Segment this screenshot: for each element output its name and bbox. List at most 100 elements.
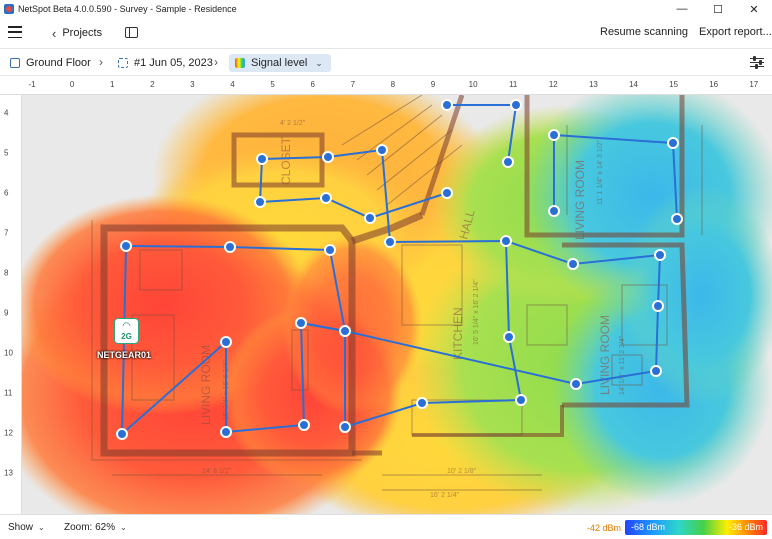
- ruler-x-tick: 2: [150, 80, 155, 89]
- chevron-right-icon: ›: [99, 55, 103, 69]
- resume-scanning-button[interactable]: Resume scanning: [600, 26, 688, 38]
- ruler-x-tick: 7: [350, 80, 356, 89]
- chevron-down-icon: ⌄: [38, 523, 45, 532]
- survey-point[interactable]: [654, 249, 666, 261]
- breadcrumb: Ground Floor › #1 Jun 05, 2023 › Signal …: [0, 48, 772, 76]
- ruler-x-tick: 12: [548, 80, 558, 89]
- netspot-window: NetSpot Beta 4.0.0.590 - Survey - Sample…: [0, 0, 772, 539]
- zoom-dropdown[interactable]: Zoom: 62% ⌄: [64, 522, 127, 533]
- survey-point[interactable]: [652, 300, 664, 312]
- breadcrumb-snapshot[interactable]: #1 Jun 05, 2023: [118, 54, 213, 72]
- access-point-marker[interactable]: ◠ 2G: [114, 318, 139, 344]
- survey-point[interactable]: [364, 212, 376, 224]
- survey-point[interactable]: [515, 394, 527, 406]
- projects-label: Projects: [62, 27, 103, 39]
- survey-point[interactable]: [548, 129, 560, 141]
- legend-min-value: -42 dBm: [587, 523, 622, 533]
- visualization-dropdown[interactable]: Signal level ⌄: [229, 54, 331, 72]
- survey-point[interactable]: [339, 325, 351, 337]
- ruler-x-tick: 6: [310, 80, 315, 89]
- survey-point[interactable]: [500, 235, 512, 247]
- chevron-down-icon: ⌄: [120, 523, 127, 532]
- sidebar-toggle-icon[interactable]: [125, 27, 138, 38]
- signal-legend-bar: -68 dBm -36 dBm: [625, 520, 767, 535]
- status-bar: Show ⌄ Zoom: 62% ⌄ -42 dBm -68 dBm -36 d…: [0, 514, 772, 539]
- survey-point[interactable]: [384, 236, 396, 248]
- survey-point[interactable]: [120, 240, 132, 252]
- survey-point[interactable]: [441, 187, 453, 199]
- survey-point[interactable]: [671, 213, 683, 225]
- ruler-x-tick: 1: [109, 80, 115, 89]
- netspot-app-icon: [4, 4, 14, 14]
- survey-point[interactable]: [339, 421, 351, 433]
- survey-point[interactable]: [650, 365, 662, 377]
- show-dropdown[interactable]: Show ⌄: [8, 522, 45, 533]
- survey-point[interactable]: [324, 244, 336, 256]
- chevron-left-icon: ‹: [52, 25, 57, 41]
- survey-point[interactable]: [295, 317, 307, 329]
- survey-point[interactable]: [298, 419, 310, 431]
- close-button[interactable]: ✕: [736, 0, 772, 18]
- survey-point[interactable]: [320, 192, 332, 204]
- survey-point[interactable]: [502, 156, 514, 168]
- menu-icon[interactable]: [8, 26, 22, 38]
- survey-point[interactable]: [570, 378, 582, 390]
- ruler-y-tick: 5: [4, 148, 9, 158]
- survey-point[interactable]: [503, 331, 515, 343]
- projects-back-button[interactable]: ‹ Projects: [52, 24, 102, 42]
- dimension-label: 11' 1 1/4" x 14' 3 1/2": [597, 139, 604, 205]
- floor-label: Ground Floor: [26, 57, 91, 69]
- ruler-y-tick: 7: [4, 228, 9, 238]
- zoom-label: Zoom: 62%: [64, 522, 116, 533]
- ruler-x-tick: 11: [509, 80, 518, 89]
- room-label-living-top: LIVING ROOM: [573, 160, 587, 240]
- window-controls: — ☐ ✕: [664, 0, 772, 18]
- ruler-y-tick: 9: [4, 308, 9, 318]
- survey-point[interactable]: [220, 336, 232, 348]
- room-label-kitchen: KITCHEN: [451, 307, 465, 360]
- dimension-label: 16' 2 1/4": [430, 492, 460, 499]
- survey-point[interactable]: [256, 153, 268, 165]
- heatmap-canvas[interactable]: CLOSET HALL LIVING ROOM KITCHEN LIVING R…: [22, 95, 772, 514]
- show-label: Show: [8, 522, 34, 533]
- wifi-icon: ◠: [122, 320, 131, 332]
- ruler-y-tick: 11: [4, 388, 13, 398]
- ruler-x-tick: 10: [468, 80, 478, 89]
- survey-point[interactable]: [567, 258, 579, 270]
- visualization-label: Signal level: [251, 57, 308, 69]
- chevron-right-icon: ›: [214, 55, 218, 69]
- main-toolbar: ‹ Projects Resume scanning Export report…: [0, 18, 772, 48]
- legend-start-value: -68 dBm: [631, 522, 666, 532]
- survey-point[interactable]: [441, 99, 453, 111]
- snapshot-label: #1 Jun 05, 2023: [134, 57, 213, 69]
- survey-point[interactable]: [322, 151, 334, 163]
- ruler-x-tick: 17: [749, 80, 759, 89]
- ruler-y-tick: 13: [4, 468, 13, 478]
- dimension-label: 14' 8 1/2": [202, 468, 232, 475]
- survey-point[interactable]: [224, 241, 236, 253]
- maximize-button[interactable]: ☐: [700, 0, 736, 18]
- ruler-x-tick: 3: [190, 80, 195, 89]
- ruler-y-tick: 10: [4, 348, 13, 358]
- ruler-x-tick: 5: [270, 80, 275, 89]
- breadcrumb-floor[interactable]: Ground Floor: [10, 54, 91, 72]
- horizontal-ruler: -1 0 1 2 3 4 5 6 7 8 9 10 11 12 13 14 15 16 17: [0, 76, 772, 95]
- ruler-x-tick: 14: [629, 80, 638, 89]
- settings-sliders-icon[interactable]: [750, 56, 764, 69]
- survey-point[interactable]: [254, 196, 266, 208]
- dimension-label: 14' 1/4" x 11' 2 3/4": [619, 335, 626, 395]
- survey-point[interactable]: [116, 428, 128, 440]
- survey-point[interactable]: [548, 205, 560, 217]
- minimize-button[interactable]: —: [664, 0, 700, 18]
- export-report-button[interactable]: Export report...: [699, 26, 772, 38]
- ruler-x-tick: 9: [430, 80, 436, 89]
- survey-point[interactable]: [376, 144, 388, 156]
- ruler-y-tick: 6: [4, 188, 9, 198]
- survey-point[interactable]: [510, 99, 522, 111]
- ruler-x-tick: 0: [69, 80, 75, 89]
- survey-point[interactable]: [667, 137, 679, 149]
- survey-point[interactable]: [416, 397, 428, 409]
- dimension-label: 4' 2 1/2": [280, 120, 306, 127]
- survey-point[interactable]: [220, 426, 232, 438]
- room-label-living-right: LIVING ROOM: [598, 315, 612, 395]
